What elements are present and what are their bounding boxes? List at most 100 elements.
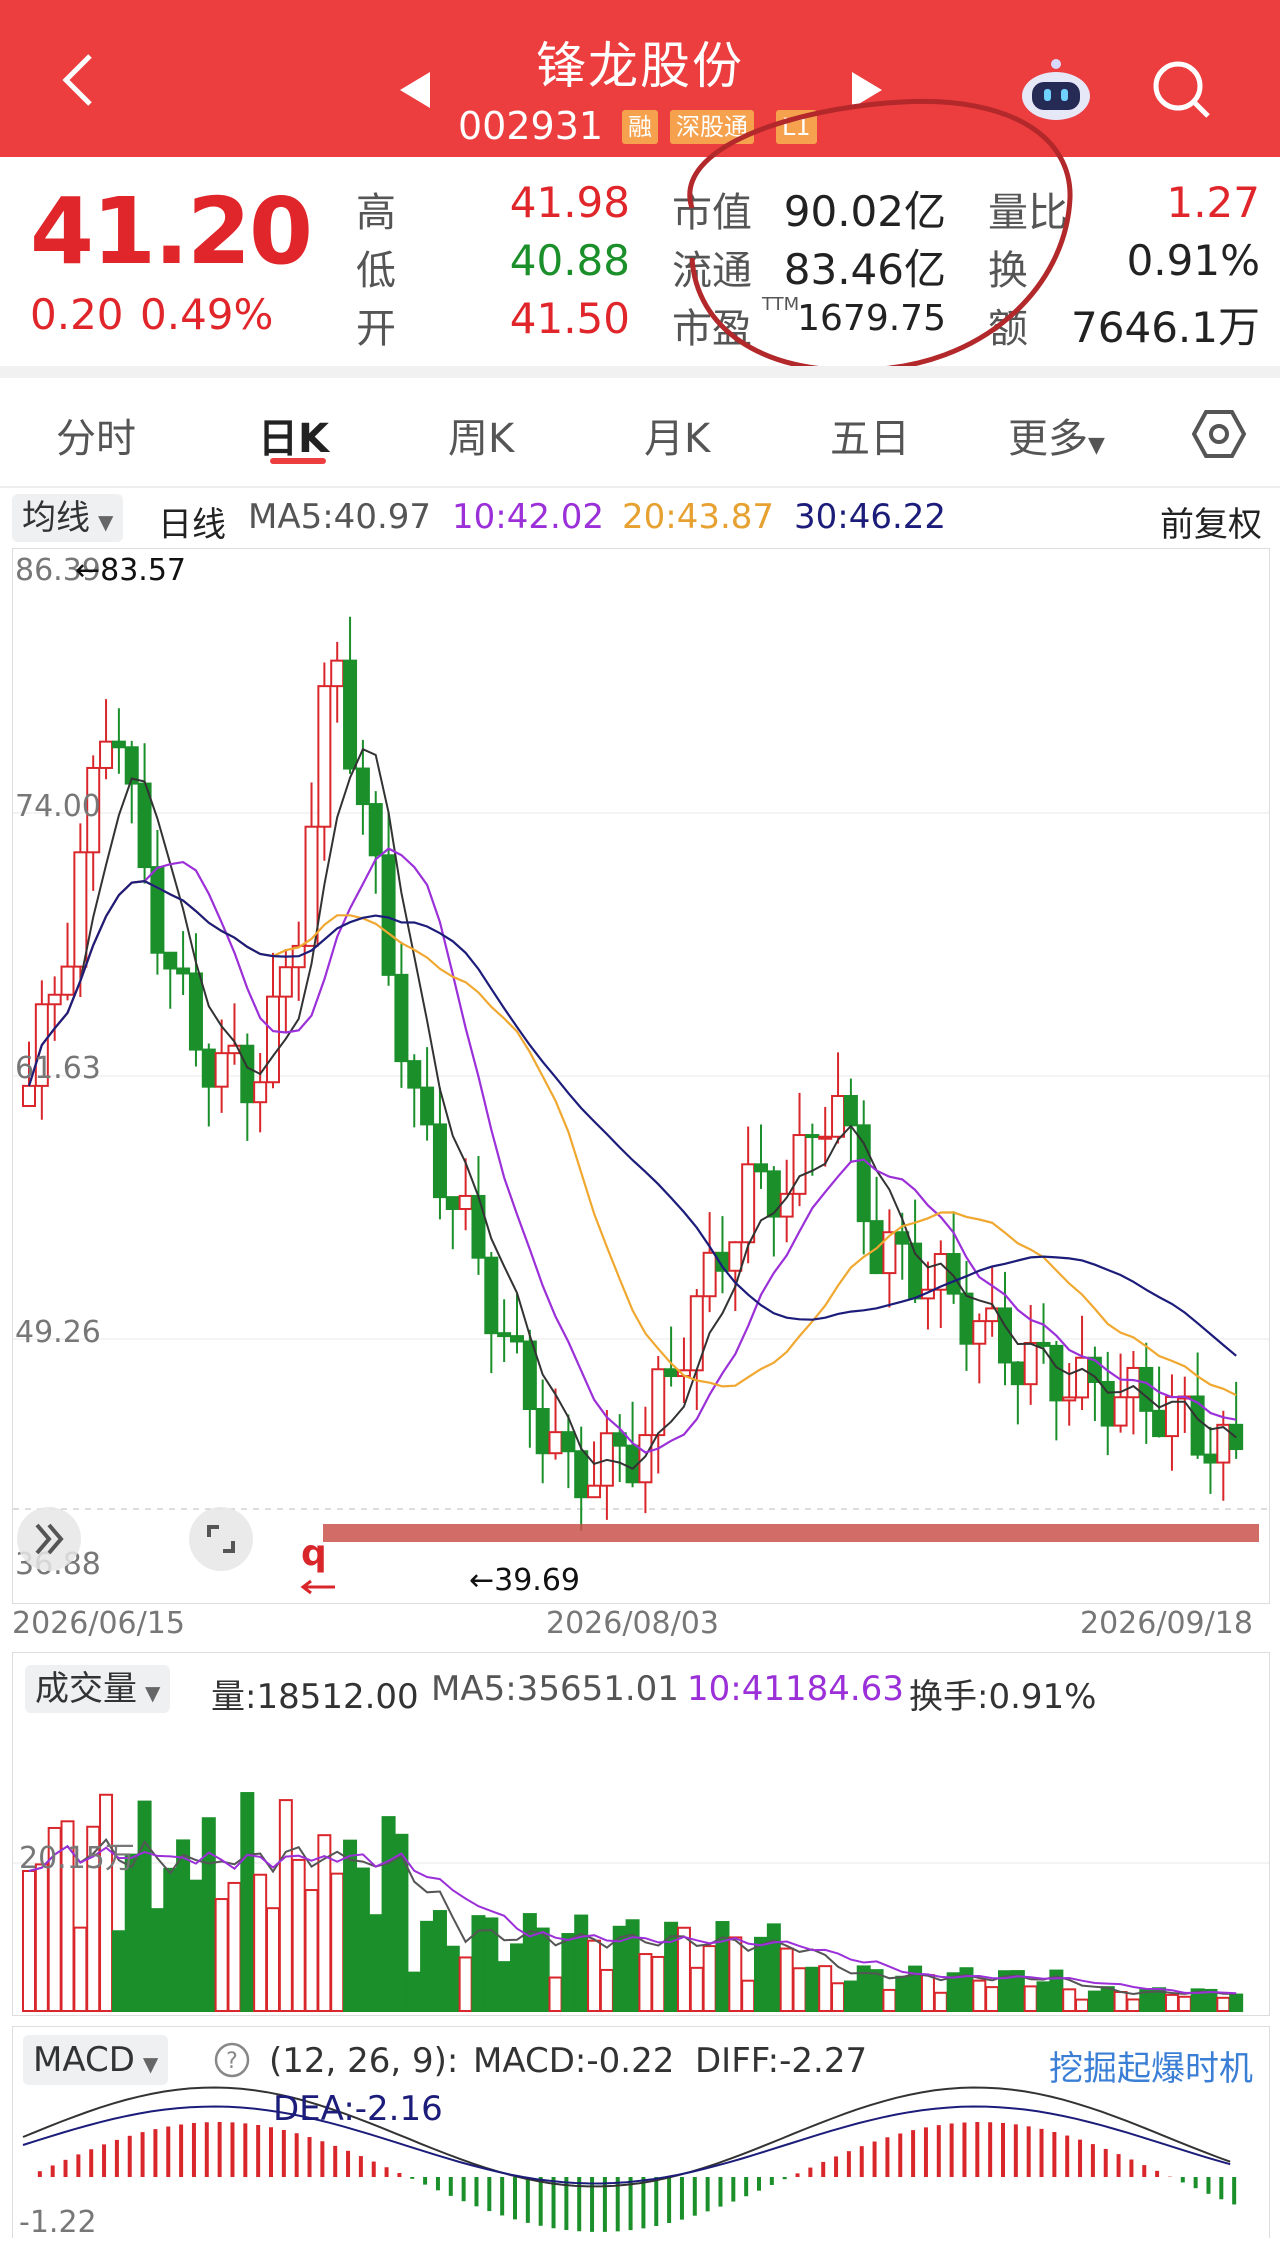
tab-weekly-k[interactable]: 周K	[448, 406, 514, 464]
macd-value: MACD:-0.22	[473, 2041, 675, 2081]
volume-bar	[355, 1867, 370, 2012]
vol-ma10-legend: 10:41184.63	[687, 1669, 904, 1709]
candle-body	[484, 1256, 499, 1335]
volume-bar	[124, 1853, 139, 2012]
macd-params: (12, 26, 9):	[269, 2041, 459, 2081]
divider	[0, 366, 1280, 378]
volume-bar	[1229, 1993, 1244, 2012]
y-label-4: 49.26	[15, 1315, 101, 1350]
candle-body	[1010, 1361, 1025, 1386]
fullscreen-button[interactable]	[189, 1507, 253, 1571]
candles-layer	[22, 616, 1244, 1531]
candle-body	[1152, 1409, 1167, 1438]
candle-body	[317, 685, 332, 828]
candle-body	[394, 973, 409, 1063]
vol-value: 量:18512.00	[211, 1677, 419, 1717]
volume-bar	[330, 1872, 345, 2012]
volume-bar	[561, 1933, 576, 2012]
volume-bar	[741, 1979, 756, 2012]
question-circle-icon[interactable]: ?	[213, 2041, 251, 2079]
candle-body	[214, 1052, 229, 1088]
active-tab-indicator	[270, 458, 326, 464]
candle-body	[612, 1432, 627, 1447]
volume-bar	[920, 1974, 935, 2012]
candle-body	[163, 951, 178, 970]
low-mark: ←39.69	[469, 1563, 581, 1598]
y-label-3: 61.63	[15, 1051, 101, 1086]
tab-intraday[interactable]: 分时	[56, 406, 136, 464]
price-change: 0.20	[30, 290, 124, 339]
macd-chart[interactable]: MACD ▼ ? (12, 26, 9): MACD:-0.22 DIFF:-2.…	[12, 2026, 1270, 2240]
volume-bar	[176, 1839, 191, 2012]
tab-daily-k[interactable]: 日K	[258, 406, 329, 464]
volume-bar	[1100, 1986, 1115, 2013]
caret-down-icon: ▼	[145, 1681, 161, 1705]
volume-bar	[895, 1975, 910, 2013]
volume-bar	[368, 1914, 383, 2012]
volume-bar	[599, 1968, 614, 2013]
date-start: 2026/06/15	[12, 1606, 185, 1641]
volume-bar	[1177, 1995, 1192, 2012]
candle-body	[522, 1340, 537, 1411]
kline-chart[interactable]: 86.39 ←83.57 74.00 61.63 49.26 36.88 ←39…	[12, 548, 1270, 1604]
candle-body	[368, 803, 383, 857]
macd-indicator-dropdown[interactable]: MACD ▼	[23, 2035, 169, 2085]
macd-link[interactable]: 挖掘起爆时机	[1049, 2041, 1253, 2090]
last-price: 41.20	[30, 178, 313, 285]
ma20-line	[27, 879, 1237, 1397]
volume-bar	[1126, 1998, 1141, 2013]
tab-monthly-k[interactable]: 月K	[644, 406, 710, 464]
volume-bar	[394, 1833, 409, 2012]
candle-body	[73, 851, 88, 968]
volume-bar	[1075, 1998, 1090, 2012]
volume-bar	[548, 1976, 563, 2013]
volume-bar	[882, 1988, 897, 2012]
candle-body	[201, 1048, 216, 1088]
annotation-q: q	[301, 1533, 327, 1574]
volume-bar	[831, 1982, 846, 2012]
tab-five-day[interactable]: 五日	[830, 406, 910, 464]
open-label: 开	[356, 306, 396, 352]
candle-body	[60, 965, 75, 996]
svg-text:?: ?	[226, 2049, 238, 2074]
volume-bar	[1036, 1981, 1051, 2012]
adjust-mode[interactable]: 前复权	[1160, 497, 1262, 546]
volume-bar	[304, 1889, 319, 2012]
volume-indicator-dropdown[interactable]: 成交量 ▼	[25, 1665, 171, 1713]
volume-bar	[535, 1927, 550, 2012]
low-value: 40.88	[509, 236, 630, 285]
volume-bar	[869, 1969, 884, 2012]
volume-bar	[1087, 1990, 1102, 2013]
volume-bar	[201, 1817, 216, 2012]
candle-body	[253, 1081, 268, 1104]
volume-bar	[497, 1961, 512, 2012]
tab-more[interactable]: 更多▼	[1008, 406, 1105, 464]
kline-svg	[13, 616, 1269, 1542]
candle-body	[99, 740, 114, 769]
volume-bar	[754, 1936, 768, 2013]
volume-bar	[843, 1980, 858, 2012]
fullscreen-icon	[207, 1525, 235, 1553]
candle-body	[638, 1434, 653, 1484]
candle-body	[111, 740, 126, 749]
candle-body	[856, 1124, 871, 1223]
volume-bar	[253, 1873, 268, 2012]
candle-body	[22, 1084, 36, 1108]
indicator-dropdown[interactable]: 均线 ▼	[12, 494, 124, 542]
volume-bar	[266, 1907, 280, 2012]
candle-body	[1126, 1366, 1141, 1399]
volume-bar	[587, 1939, 602, 2012]
candle-body	[766, 1170, 781, 1218]
expand-button[interactable]	[17, 1507, 81, 1571]
volume-chart[interactable]: 20.15万 成交量 ▼ 量:18512.00 MA5:35651.01 10:4…	[12, 1652, 1270, 2016]
volume-bar	[420, 1920, 435, 2012]
chart-settings-button[interactable]	[1191, 408, 1247, 464]
candle-body	[843, 1095, 858, 1127]
volume-bar	[792, 1967, 807, 2013]
dea-value: DEA:-2.16	[273, 2089, 443, 2129]
search-button[interactable]	[1150, 58, 1214, 126]
volume-bar	[638, 1953, 653, 2013]
volume-bar	[1216, 1996, 1231, 2013]
candle-body	[1113, 1396, 1128, 1427]
volume-bar	[1023, 1985, 1038, 2012]
